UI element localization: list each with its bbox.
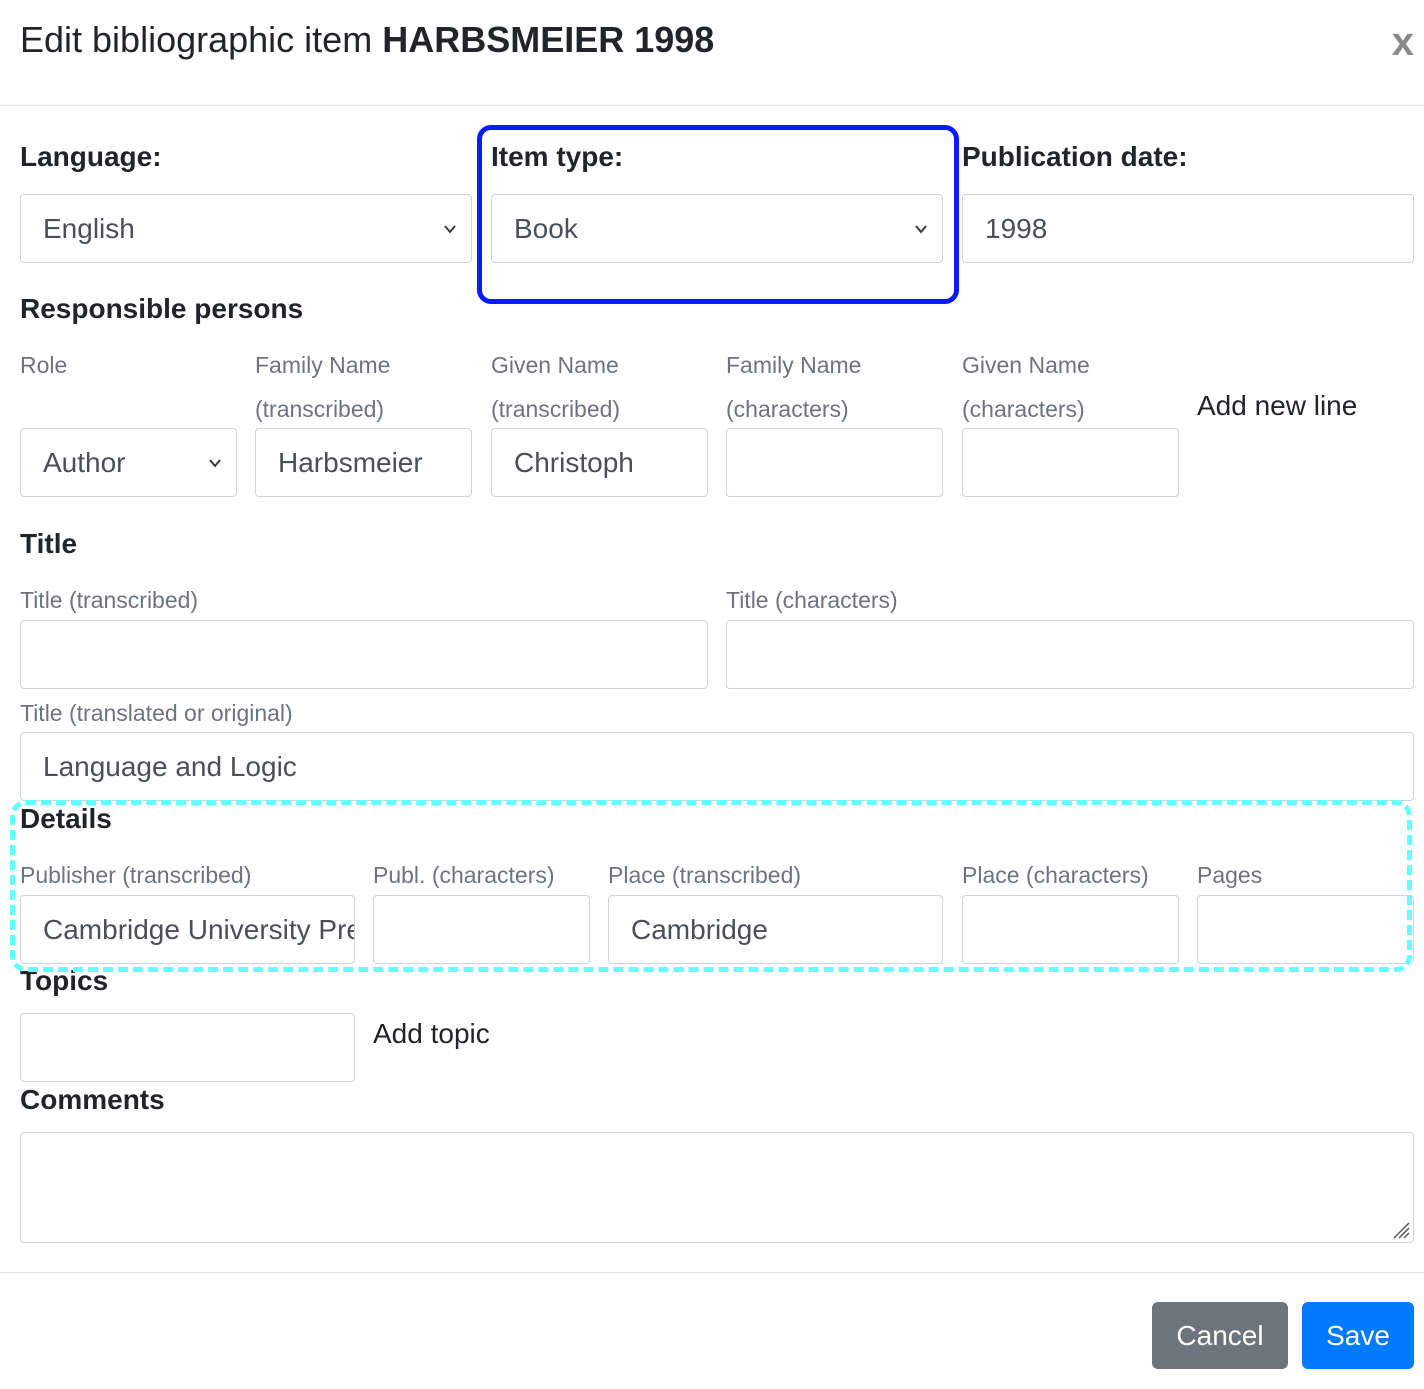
header-divider [0, 105, 1424, 106]
pages-input[interactable] [1197, 895, 1414, 964]
col-role-label: Role [20, 352, 68, 378]
language-value: English [43, 212, 135, 244]
given-name-transcribed-input[interactable]: Christoph [491, 428, 708, 497]
family-name-characters-input[interactable] [726, 428, 943, 497]
family-name-transcribed-value: Harbsmeier [278, 446, 423, 478]
item-type-label: Item type: [491, 141, 624, 172]
publisher-transcribed-value: Cambridge University Press [43, 913, 354, 945]
title-characters-input[interactable] [726, 620, 1414, 689]
save-button[interactable]: Save [1302, 1302, 1414, 1369]
title-transcribed-label: Title (transcribed) [20, 587, 199, 613]
title-characters-label: Title (characters) [726, 587, 898, 613]
given-name-characters-input[interactable] [962, 428, 1179, 497]
responsible-persons-heading: Responsible persons [20, 293, 304, 324]
place-characters-input[interactable] [962, 895, 1179, 964]
chevron-down-icon [915, 224, 927, 234]
given-name-transcribed-value: Christoph [514, 446, 634, 478]
place-transcribed-label: Place (transcribed) [608, 862, 802, 888]
item-type-value: Book [514, 212, 578, 244]
publisher-characters-label: Publ. (characters) [373, 862, 555, 888]
col-given-characters-label-1: Given Name [962, 352, 1090, 378]
language-label: Language: [20, 141, 162, 172]
publisher-transcribed-label: Publisher (transcribed) [20, 862, 252, 888]
title-transcribed-input[interactable] [20, 620, 708, 689]
resize-grip-icon[interactable] [1392, 1221, 1410, 1239]
col-family-characters-label-1: Family Name [726, 352, 862, 378]
publisher-characters-input[interactable] [373, 895, 590, 964]
col-given-transcribed-label-2: (transcribed) [491, 396, 621, 422]
modal-title-item: HARBSMEIER 1998 [382, 19, 715, 60]
col-family-transcribed-label-1: Family Name [255, 352, 391, 378]
place-transcribed-input[interactable]: Cambridge [608, 895, 943, 964]
comments-textarea[interactable] [20, 1132, 1414, 1243]
cancel-button[interactable]: Cancel [1152, 1302, 1288, 1369]
item-type-select[interactable]: Book [491, 194, 943, 263]
add-new-line-link[interactable]: Add new line [1197, 390, 1357, 422]
chevron-down-icon [444, 224, 456, 234]
topics-heading: Topics [20, 965, 109, 996]
col-family-characters-label-2: (characters) [726, 396, 849, 422]
language-select[interactable]: English [20, 194, 472, 263]
topic-input[interactable] [20, 1013, 355, 1082]
role-value: Author [43, 446, 126, 478]
family-name-transcribed-input[interactable]: Harbsmeier [255, 428, 472, 497]
pages-label: Pages [1197, 862, 1263, 888]
details-heading: Details [20, 803, 112, 834]
col-given-characters-label-2: (characters) [962, 396, 1085, 422]
chevron-down-icon [209, 458, 221, 468]
place-transcribed-value: Cambridge [631, 913, 768, 945]
title-translated-value: Language and Logic [43, 750, 297, 782]
title-heading: Title [20, 528, 78, 559]
title-translated-label: Title (translated or original) [20, 700, 293, 726]
col-given-transcribed-label-1: Given Name [491, 352, 619, 378]
role-select[interactable]: Author [20, 428, 237, 497]
place-characters-label: Place (characters) [962, 862, 1149, 888]
col-family-transcribed-label-2: (transcribed) [255, 396, 385, 422]
add-topic-link[interactable]: Add topic [373, 1018, 490, 1050]
comments-heading: Comments [20, 1084, 165, 1115]
close-icon[interactable]: x [1392, 20, 1414, 64]
publication-date-label: Publication date: [962, 141, 1188, 172]
footer-divider [0, 1272, 1424, 1273]
title-translated-input[interactable]: Language and Logic [20, 732, 1414, 801]
publication-date-value: 1998 [985, 212, 1048, 244]
publication-date-input[interactable]: 1998 [962, 194, 1414, 263]
publisher-transcribed-input[interactable]: Cambridge University Press [20, 895, 355, 964]
modal-title: Edit bibliographic item HARBSMEIER 1998 [20, 18, 714, 62]
modal-title-prefix: Edit bibliographic item [20, 19, 373, 60]
